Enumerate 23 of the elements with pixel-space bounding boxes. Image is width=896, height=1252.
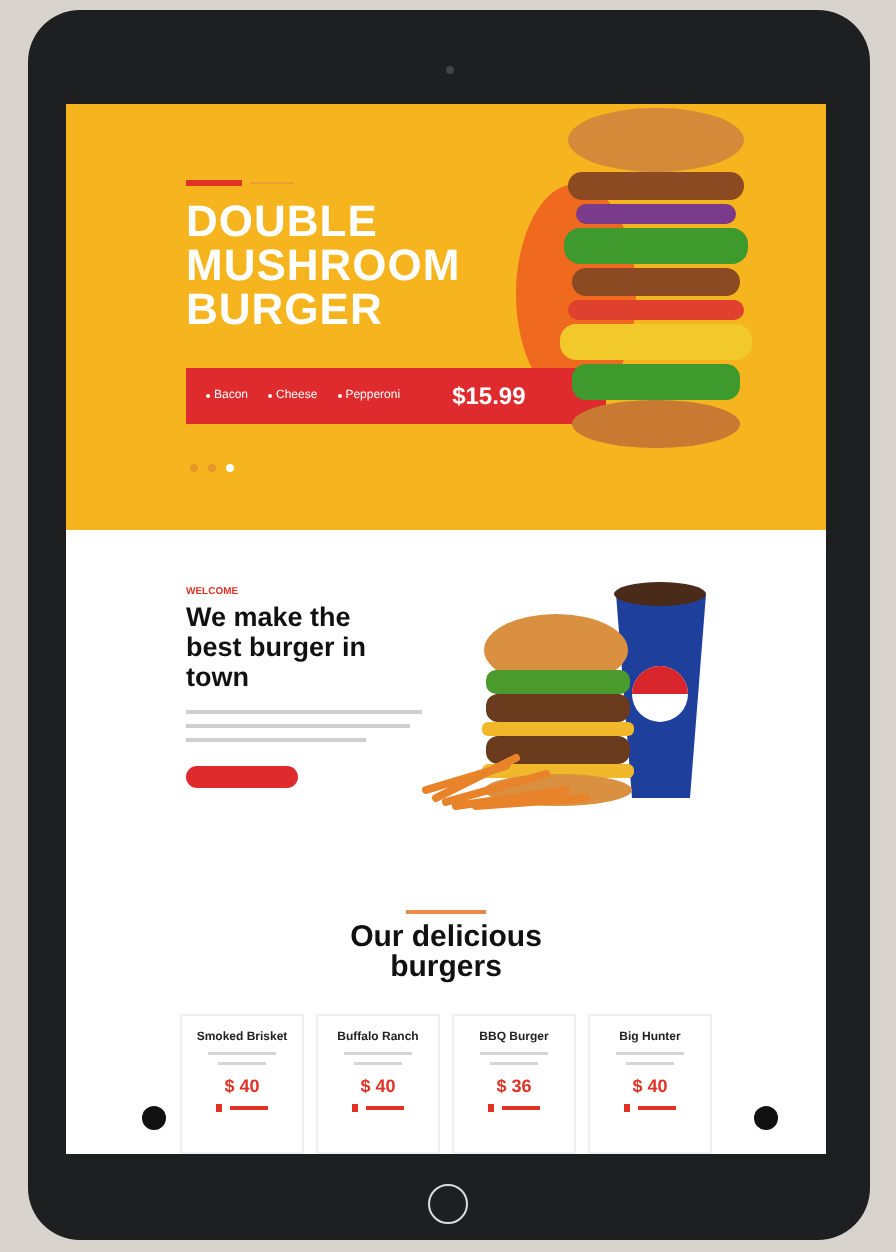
- burger-price: $ 36: [496, 1076, 532, 1096]
- add-to-cart-link-drawing[interactable]: [352, 1104, 404, 1112]
- home-button[interactable]: [428, 1184, 468, 1224]
- burger-price: $ 40: [360, 1076, 396, 1096]
- burger-price: $ 40: [632, 1076, 668, 1096]
- description-lines-drawing: [480, 1052, 548, 1065]
- description-lines-drawing: [208, 1052, 276, 1065]
- read-more-button[interactable]: [186, 766, 298, 788]
- add-to-cart-link-drawing[interactable]: [488, 1104, 540, 1112]
- description-lines-drawing: [616, 1052, 684, 1065]
- burger-price: $ 40: [224, 1076, 260, 1096]
- add-to-cart-link-drawing[interactable]: [216, 1104, 268, 1112]
- description-lines-drawing: [344, 1052, 412, 1065]
- slider-dot[interactable]: [226, 464, 234, 472]
- price-text: $15.99: [452, 382, 526, 410]
- section-heading: Our delicious burgers: [348, 922, 544, 982]
- section-heading: We make the best burger in town: [186, 602, 369, 692]
- previous-arrow-button[interactable]: [142, 1106, 166, 1130]
- camera-icon: [446, 66, 454, 74]
- next-arrow-button[interactable]: [754, 1106, 778, 1130]
- eyebrow-bar: [186, 180, 242, 186]
- hero-title: DOUBLE MUSHROOM BURGER: [186, 200, 461, 332]
- add-to-cart-link-drawing[interactable]: [624, 1104, 676, 1112]
